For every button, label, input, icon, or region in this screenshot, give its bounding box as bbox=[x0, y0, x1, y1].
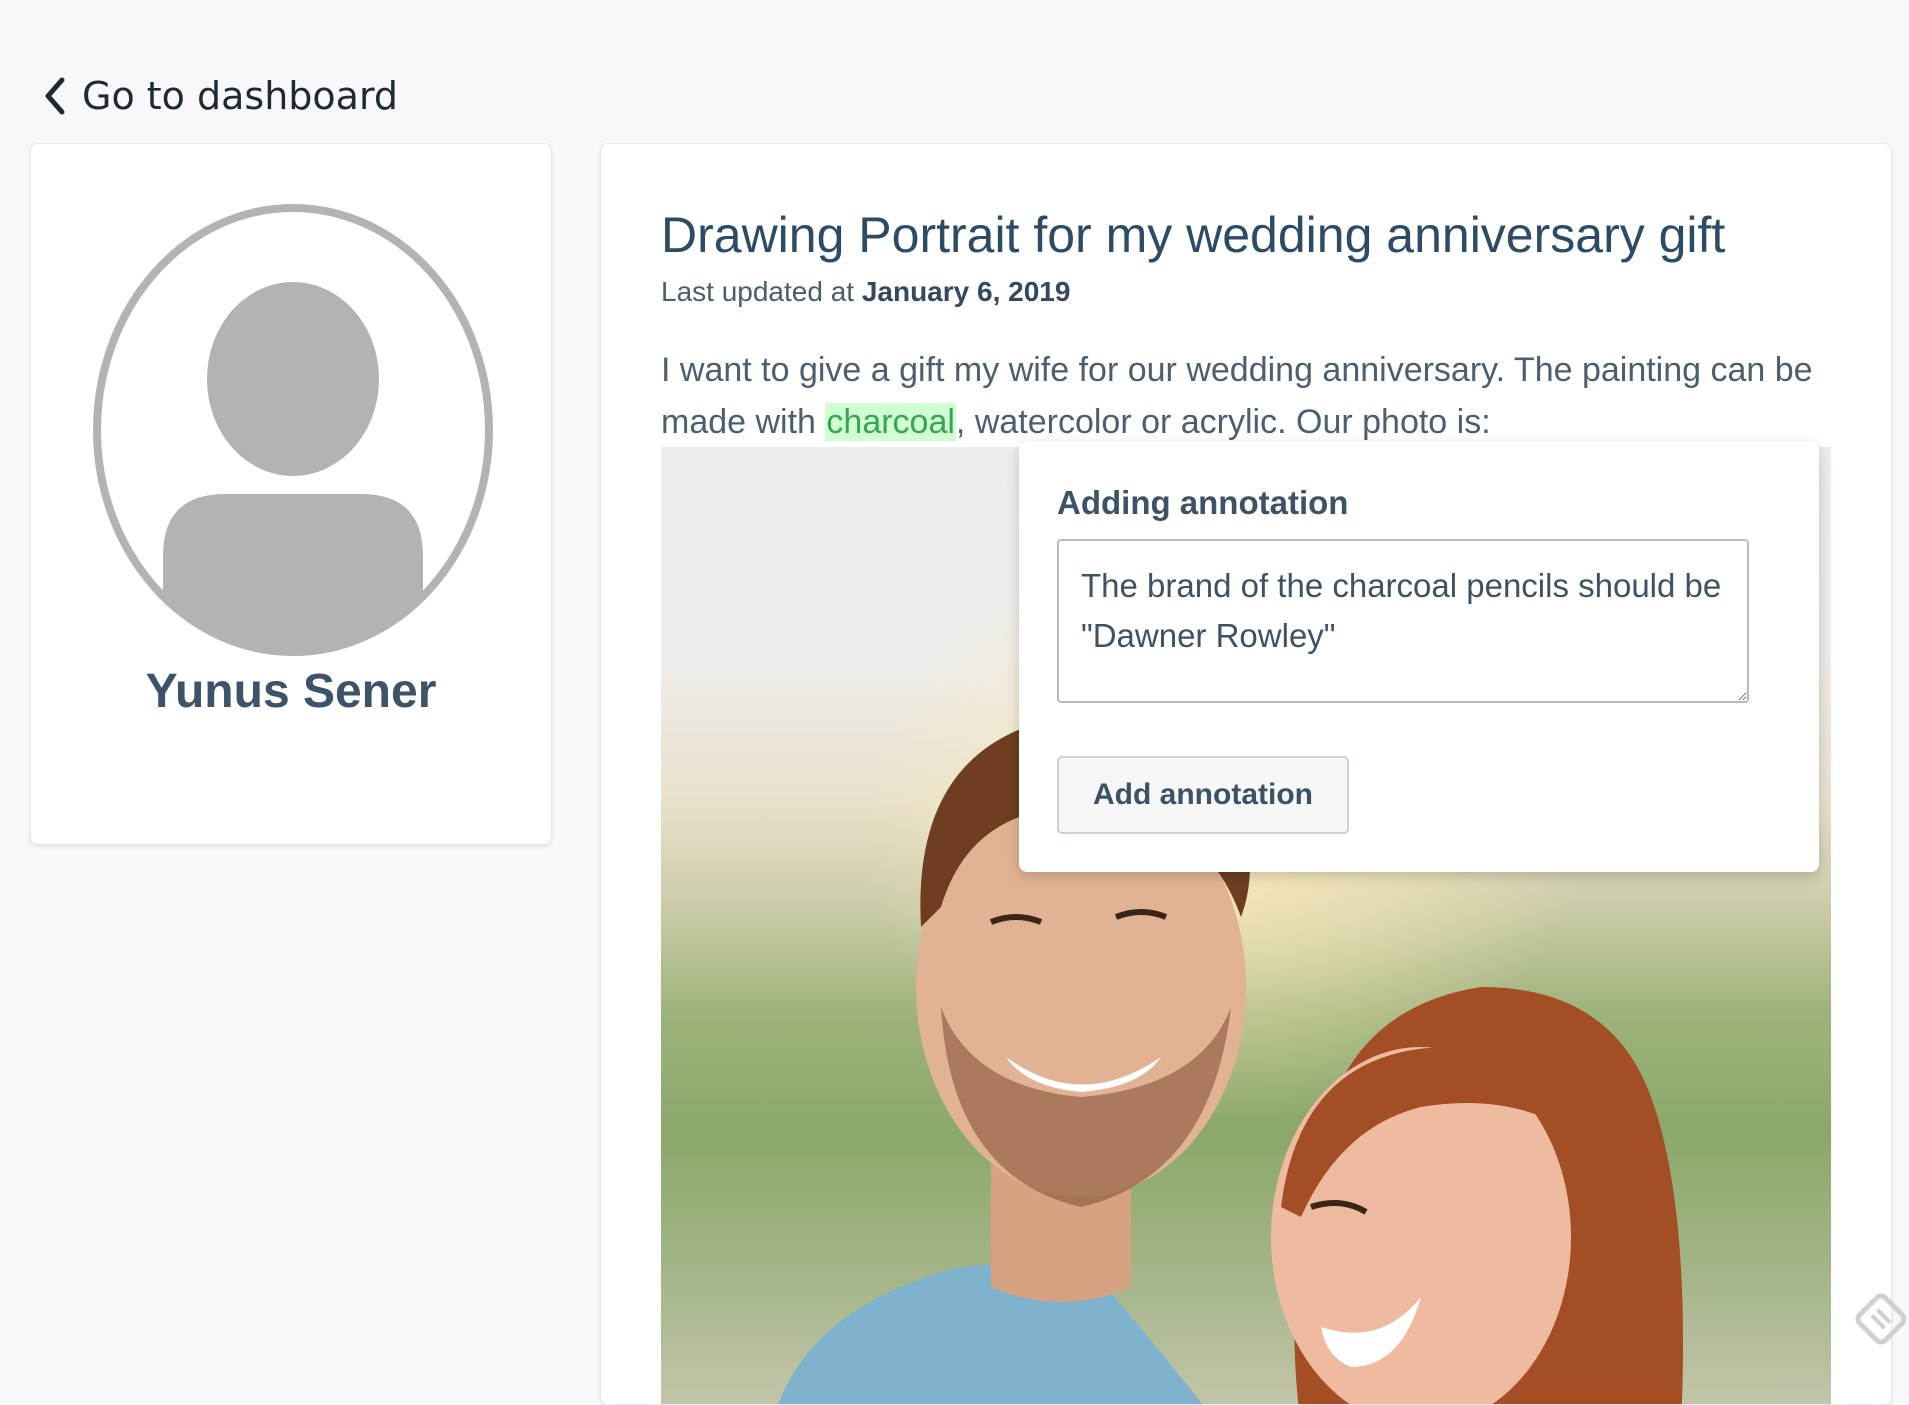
go-to-dashboard-label: Go to dashboard bbox=[82, 74, 399, 118]
annotated-highlight[interactable]: charcoal bbox=[825, 403, 956, 441]
profile-card: Yunus Sener bbox=[30, 143, 552, 845]
annotation-popup: Adding annotation The brand of the charc… bbox=[1019, 442, 1819, 872]
corner-badge-icon[interactable] bbox=[1852, 1290, 1909, 1348]
post-body: I want to give a gift my wife for our we… bbox=[661, 344, 1841, 448]
last-updated: Last updated at January 6, 2019 bbox=[661, 276, 1070, 308]
last-updated-date: January 6, 2019 bbox=[861, 276, 1071, 307]
user-name: Yunus Sener bbox=[145, 665, 437, 718]
last-updated-prefix: Last updated at bbox=[661, 276, 855, 307]
add-annotation-button[interactable]: Add annotation bbox=[1057, 756, 1349, 834]
go-to-dashboard-link[interactable]: Go to dashboard bbox=[42, 72, 398, 120]
annotation-popup-title: Adding annotation bbox=[1057, 484, 1349, 521]
post-title: Drawing Portrait for my wedding annivers… bbox=[661, 207, 1726, 263]
chevron-left-icon bbox=[45, 77, 65, 115]
post-body-text-after: , watercolor or acrylic. Our photo is: bbox=[955, 403, 1491, 441]
avatar-icon bbox=[93, 204, 493, 656]
annotation-input[interactable]: The brand of the charcoal pencils should… bbox=[1057, 539, 1749, 703]
